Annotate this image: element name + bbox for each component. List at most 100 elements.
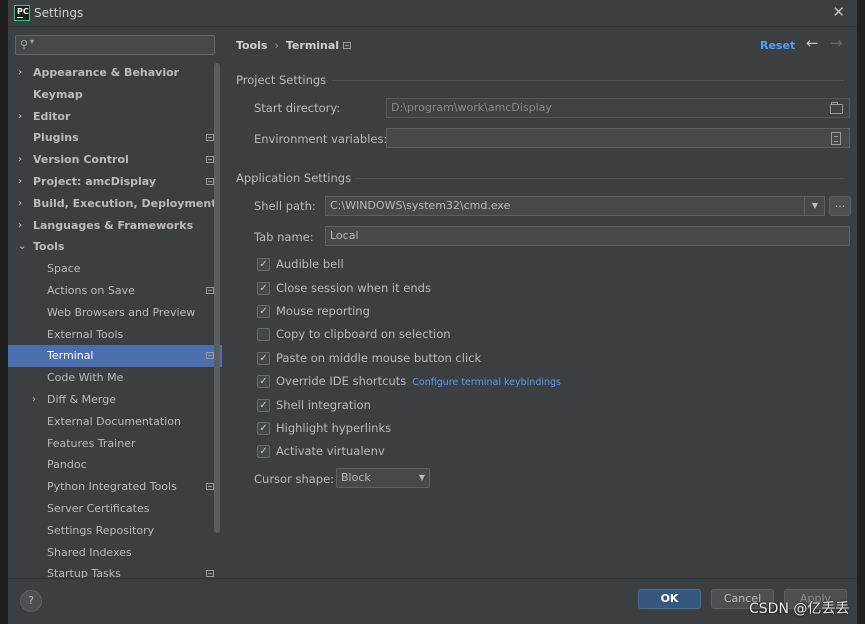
tree-item-tools[interactable]: ⌄ Tools: [8, 236, 222, 258]
start-directory-field[interactable]: D:\program\work\amcDisplay: [386, 98, 850, 118]
forward-arrow-icon[interactable]: →: [830, 34, 843, 52]
tree-item-server-certificates[interactable]: Server Certificates: [8, 498, 222, 520]
settings-tree: › Appearance & Behavior Keymap › Editor …: [8, 62, 222, 585]
checkbox-checked-icon[interactable]: ✓: [257, 282, 270, 295]
project-level-icon: [206, 134, 214, 142]
checkbox-label: Shell integration: [276, 398, 371, 412]
breadcrumb-parent[interactable]: Tools: [236, 39, 267, 52]
tree-item-external-tools[interactable]: External Tools: [8, 324, 222, 346]
cursor-shape-dropdown[interactable]: Block ▼: [336, 468, 430, 488]
help-button[interactable]: ?: [20, 590, 42, 612]
start-directory-value: D:\program\work\amcDisplay: [391, 101, 552, 114]
pycharm-app-icon: PC: [14, 5, 30, 21]
checkbox-checked-icon[interactable]: ✓: [257, 258, 270, 271]
chevron-right-icon[interactable]: ›: [18, 215, 28, 237]
chevron-down-icon[interactable]: ⌄: [18, 236, 28, 258]
chevron-right-icon[interactable]: ›: [18, 62, 28, 84]
chevron-down-icon[interactable]: ▼: [419, 469, 425, 487]
tree-item-label: Languages & Frameworks: [33, 218, 194, 232]
tree-item-build-execution-deployment[interactable]: › Build, Execution, Deployment: [8, 193, 222, 215]
tree-item-label: External Documentation: [47, 414, 181, 428]
settings-search-input[interactable]: [40, 37, 214, 53]
tree-item-label: Actions on Save: [47, 283, 135, 297]
tree-item-version-control[interactable]: › Version Control: [8, 149, 222, 171]
cursor-shape-value: Block: [341, 471, 371, 484]
tree-item-keymap[interactable]: Keymap: [8, 84, 222, 106]
shell-path-value: C:\WINDOWS\system32\cmd.exe: [330, 199, 511, 212]
configure-keybindings-link[interactable]: Configure terminal keybindings: [412, 377, 561, 388]
search-history-chevron-icon[interactable]: ▾: [30, 37, 34, 46]
project-level-icon: [206, 177, 214, 185]
override-ide-shortcuts-text: Override IDE shortcuts: [276, 374, 407, 388]
environment-variables-field[interactable]: [386, 128, 850, 148]
search-icon: ⚲: [20, 38, 29, 51]
tree-item-shared-indexes[interactable]: Shared Indexes: [8, 542, 222, 564]
reset-link[interactable]: Reset: [760, 39, 795, 52]
project-level-icon: [343, 42, 351, 49]
tree-item-label: Terminal: [47, 349, 94, 363]
project-level-icon: [206, 286, 214, 294]
checkbox-unchecked-icon[interactable]: [257, 328, 270, 341]
tree-item-plugins[interactable]: Plugins: [8, 127, 222, 149]
edit-variables-icon[interactable]: [831, 132, 841, 145]
checkbox-checked-icon[interactable]: ✓: [257, 399, 270, 412]
tree-item-label: Keymap: [33, 87, 83, 101]
checkbox-label: Audible bell: [276, 257, 344, 271]
checkbox-checked-icon[interactable]: ✓: [257, 352, 270, 365]
checkbox-checked-icon[interactable]: ✓: [257, 305, 270, 318]
tree-item-label: Version Control: [33, 153, 129, 167]
tree-item-space[interactable]: Space: [8, 258, 222, 280]
tree-item-pandoc[interactable]: Pandoc: [8, 454, 222, 476]
tree-item-editor[interactable]: › Editor: [8, 106, 222, 128]
shell-path-combobox[interactable]: C:\WINDOWS\system32\cmd.exe ▼: [325, 196, 825, 216]
tree-item-appearance-behavior[interactable]: › Appearance & Behavior: [8, 62, 222, 84]
tree-item-label: Server Certificates: [47, 501, 150, 515]
tree-item-actions-on-save[interactable]: Actions on Save: [8, 280, 222, 302]
tab-name-field[interactable]: Local: [325, 226, 850, 246]
chevron-right-icon[interactable]: ›: [18, 193, 28, 215]
start-directory-label: Start directory:: [254, 101, 341, 115]
tree-item-label: Tools: [33, 240, 65, 254]
tab-name-label: Tab name:: [254, 230, 314, 244]
tree-item-settings-repository[interactable]: Settings Repository: [8, 520, 222, 542]
tree-item-label: Settings Repository: [47, 523, 155, 537]
tree-item-label: Code With Me: [47, 371, 124, 385]
browse-shell-button[interactable]: ...: [829, 196, 851, 216]
checkbox-checked-icon[interactable]: ✓: [257, 422, 270, 435]
folder-icon[interactable]: [830, 102, 843, 114]
close-icon[interactable]: ✕: [832, 3, 845, 21]
tree-item-label: Features Trainer: [47, 436, 136, 450]
checkbox-label: Close session when it ends: [276, 281, 431, 295]
checkbox-label: Paste on middle mouse button click: [276, 351, 482, 365]
settings-content-panel: Tools › Terminal Reset ← → Project Setting…: [222, 26, 857, 579]
chevron-right-icon[interactable]: ›: [18, 149, 28, 171]
tree-item-label: Space: [47, 262, 81, 276]
tree-item-project[interactable]: › Project: amcDisplay: [8, 171, 222, 193]
chevron-right-icon[interactable]: ›: [18, 106, 28, 128]
title-bar: PC Settings ✕: [8, 0, 857, 26]
breadcrumb: Tools › Terminal: [236, 39, 339, 52]
tree-item-languages-frameworks[interactable]: › Languages & Frameworks: [8, 215, 222, 237]
chevron-right-icon[interactable]: ›: [32, 389, 42, 411]
tree-item-label: Editor: [33, 109, 71, 123]
tree-item-python-integrated-tools[interactable]: Python Integrated Tools: [8, 476, 222, 498]
checkbox-checked-icon[interactable]: ✓: [257, 375, 270, 388]
csdn-watermark: CSDN @亿丢丢: [749, 601, 850, 617]
tree-item-features-trainer[interactable]: Features Trainer: [8, 433, 222, 455]
tree-item-label: Project: amcDisplay: [33, 174, 157, 188]
tree-item-code-with-me[interactable]: Code With Me: [8, 367, 222, 389]
tree-item-label: Python Integrated Tools: [47, 480, 177, 494]
project-level-icon: [206, 483, 214, 491]
tree-item-web-browsers[interactable]: Web Browsers and Preview: [8, 302, 222, 324]
sidebar-scrollbar[interactable]: [214, 63, 220, 533]
settings-search-box[interactable]: ⚲ ▾: [15, 35, 215, 55]
chevron-right-icon[interactable]: ›: [18, 171, 28, 193]
background-strip-left: [0, 0, 8, 624]
tree-item-diff-merge[interactable]: › Diff & Merge: [8, 389, 222, 411]
tree-item-external-documentation[interactable]: External Documentation: [8, 411, 222, 433]
checkbox-checked-icon[interactable]: ✓: [257, 445, 270, 458]
tree-item-terminal[interactable]: Terminal: [8, 345, 222, 368]
back-arrow-icon[interactable]: ←: [806, 34, 819, 52]
chevron-down-icon[interactable]: ▼: [804, 197, 825, 215]
ok-button[interactable]: OK: [638, 589, 701, 609]
